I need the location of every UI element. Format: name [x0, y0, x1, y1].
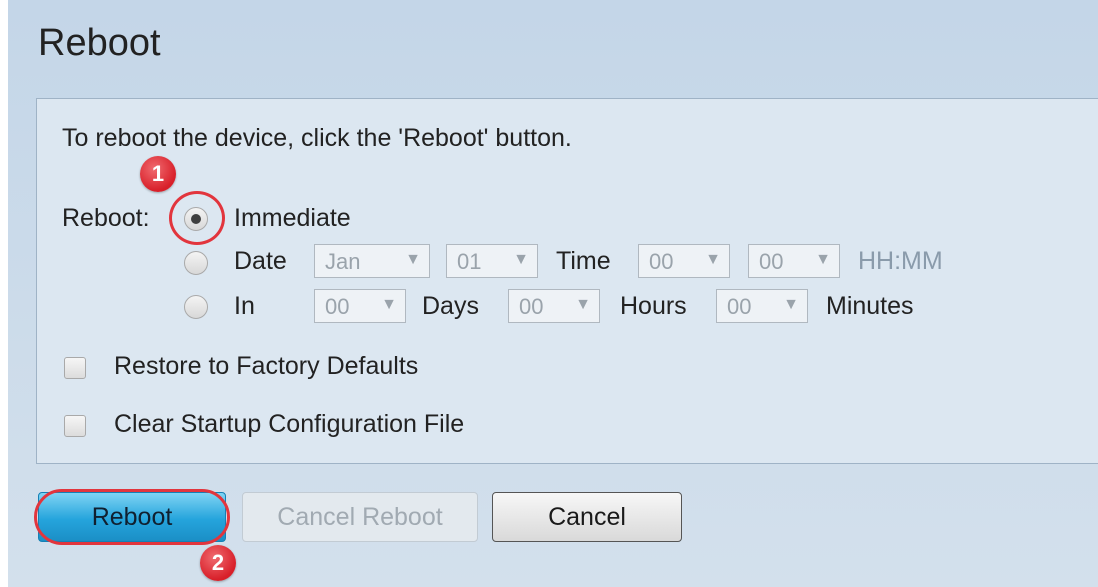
chevron-down-icon: ▼: [815, 251, 831, 268]
days-select[interactable]: 00 ▼: [314, 289, 406, 323]
month-value: Jan: [325, 249, 361, 274]
time-format-hint: HH:MM: [858, 247, 943, 275]
step-badge-1: 1: [140, 156, 176, 192]
days-value: 00: [325, 294, 350, 319]
instruction-text: To reboot the device, click the 'Reboot'…: [62, 124, 572, 152]
minute-value: 00: [759, 249, 784, 274]
days-label: Days: [422, 292, 479, 320]
chevron-down-icon: ▼: [783, 296, 799, 313]
radio-date[interactable]: [184, 251, 208, 275]
page-title: Reboot: [38, 22, 161, 64]
chevron-down-icon: ▼: [381, 296, 397, 313]
chevron-down-icon: ▼: [513, 251, 529, 268]
cancel-button[interactable]: Cancel: [492, 492, 682, 542]
highlight-ring-reboot: [34, 489, 230, 545]
minute-select[interactable]: 00 ▼: [748, 244, 840, 278]
reboot-page: Reboot To reboot the device, click the '…: [0, 0, 1098, 587]
hour-select[interactable]: 00 ▼: [638, 244, 730, 278]
radio-in[interactable]: [184, 295, 208, 319]
month-select[interactable]: Jan ▼: [314, 244, 430, 278]
hours-select[interactable]: 00 ▼: [508, 289, 600, 323]
hour-value: 00: [649, 249, 674, 274]
chevron-down-icon: ▼: [575, 296, 591, 313]
time-label: Time: [556, 247, 611, 275]
hours-value: 00: [519, 294, 544, 319]
highlight-ring-immediate: [169, 191, 225, 245]
clear-startup-checkbox[interactable]: [64, 415, 86, 437]
restore-defaults-label: Restore to Factory Defaults: [114, 352, 419, 380]
in-label: In: [234, 292, 255, 320]
restore-defaults-checkbox[interactable]: [64, 357, 86, 379]
day-value: 01: [457, 249, 482, 274]
chevron-down-icon: ▼: [705, 251, 721, 268]
cancel-reboot-button[interactable]: Cancel Reboot: [242, 492, 478, 542]
step-badge-2: 2: [200, 545, 236, 581]
immediate-label: Immediate: [234, 204, 351, 232]
hours-label: Hours: [620, 292, 687, 320]
minutes-select[interactable]: 00 ▼: [716, 289, 808, 323]
reboot-label: Reboot:: [62, 204, 150, 232]
minutes-label: Minutes: [826, 292, 914, 320]
day-select[interactable]: 01 ▼: [446, 244, 538, 278]
minutes-value: 00: [727, 294, 752, 319]
date-label: Date: [234, 247, 287, 275]
clear-startup-label: Clear Startup Configuration File: [114, 410, 465, 438]
chevron-down-icon: ▼: [405, 251, 421, 268]
